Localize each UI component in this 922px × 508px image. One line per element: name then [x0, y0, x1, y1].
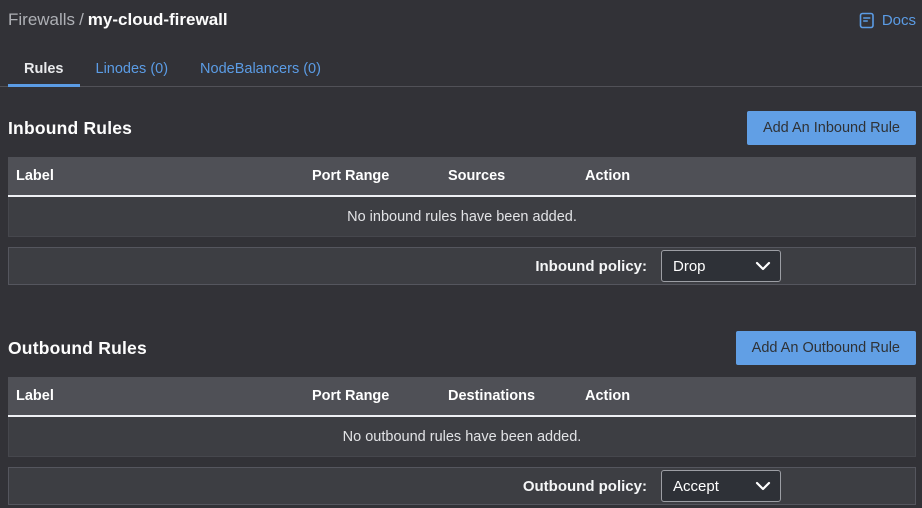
inbound-rules-title: Inbound Rules [8, 118, 132, 139]
tab-nodebalancers[interactable]: NodeBalancers (0) [184, 51, 337, 86]
docs-link-label: Docs [882, 12, 916, 29]
inbound-policy-row: Inbound policy: Drop [8, 247, 916, 285]
column-header-sources: Sources [448, 168, 585, 184]
column-header-port-range: Port Range [312, 168, 448, 184]
tab-rules[interactable]: Rules [8, 51, 80, 86]
add-inbound-rule-button[interactable]: Add An Inbound Rule [747, 111, 916, 145]
outbound-rules-section: Outbound Rules Add An Outbound Rule Labe… [0, 331, 922, 505]
tab-linodes[interactable]: Linodes (0) [80, 51, 185, 86]
column-header-action: Action [585, 168, 916, 184]
column-header-destinations: Destinations [448, 388, 585, 404]
column-header-action: Action [585, 388, 916, 404]
docs-icon [859, 12, 876, 29]
inbound-table-header: Label Port Range Sources Action [8, 157, 916, 197]
breadcrumb-separator: / [79, 10, 84, 29]
tab-bar: Rules Linodes (0) NodeBalancers (0) [0, 51, 922, 87]
inbound-rules-table: Label Port Range Sources Action No inbou… [8, 157, 916, 237]
docs-link[interactable]: Docs [859, 12, 916, 29]
breadcrumb: Firewalls/my-cloud-firewall [8, 10, 228, 30]
inbound-empty-text: No inbound rules have been added. [347, 209, 577, 225]
inbound-policy-value: Drop [673, 258, 706, 275]
chevron-down-icon [755, 261, 771, 271]
outbound-policy-select[interactable]: Accept [661, 470, 781, 502]
breadcrumb-firewalls-link[interactable]: Firewalls [8, 10, 75, 29]
chevron-down-icon [755, 481, 771, 491]
inbound-policy-select[interactable]: Drop [661, 250, 781, 282]
outbound-empty-state: No outbound rules have been added. [8, 417, 916, 457]
column-header-label: Label [8, 388, 312, 404]
outbound-policy-label: Outbound policy: [523, 478, 647, 495]
outbound-empty-text: No outbound rules have been added. [343, 429, 582, 445]
topbar: Firewalls/my-cloud-firewall Docs [0, 0, 922, 30]
outbound-table-header: Label Port Range Destinations Action [8, 377, 916, 417]
breadcrumb-current-firewall: my-cloud-firewall [88, 10, 228, 29]
outbound-policy-value: Accept [673, 478, 719, 495]
inbound-policy-label: Inbound policy: [535, 258, 647, 275]
outbound-rules-title: Outbound Rules [8, 338, 147, 359]
column-header-label: Label [8, 168, 312, 184]
column-header-port-range: Port Range [312, 388, 448, 404]
inbound-rules-section: Inbound Rules Add An Inbound Rule Label … [0, 111, 922, 285]
outbound-rules-table: Label Port Range Destinations Action No … [8, 377, 916, 457]
add-outbound-rule-button[interactable]: Add An Outbound Rule [736, 331, 916, 365]
inbound-empty-state: No inbound rules have been added. [8, 197, 916, 237]
outbound-policy-row: Outbound policy: Accept [8, 467, 916, 505]
